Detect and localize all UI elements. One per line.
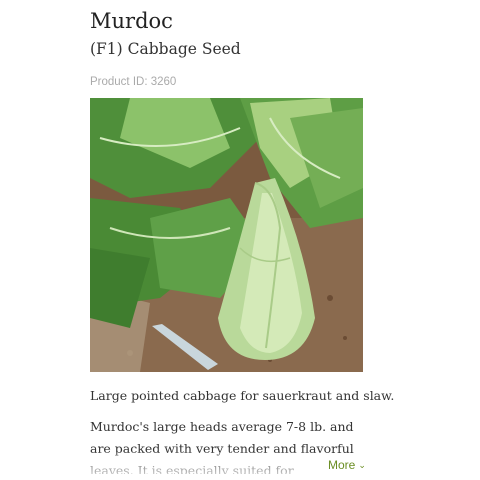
product-subtitle: (F1) Cabbage Seed bbox=[90, 40, 241, 58]
product-image bbox=[90, 98, 363, 372]
product-tagline: Large pointed cabbage for sauerkraut and… bbox=[90, 388, 395, 403]
chevron-down-icon: ⌄ bbox=[358, 460, 366, 470]
more-label: More bbox=[328, 458, 356, 472]
more-button[interactable]: More ⌄ bbox=[322, 455, 366, 475]
product-id: Product ID: 3260 bbox=[90, 76, 177, 88]
product-title: Murdoc bbox=[90, 9, 173, 33]
